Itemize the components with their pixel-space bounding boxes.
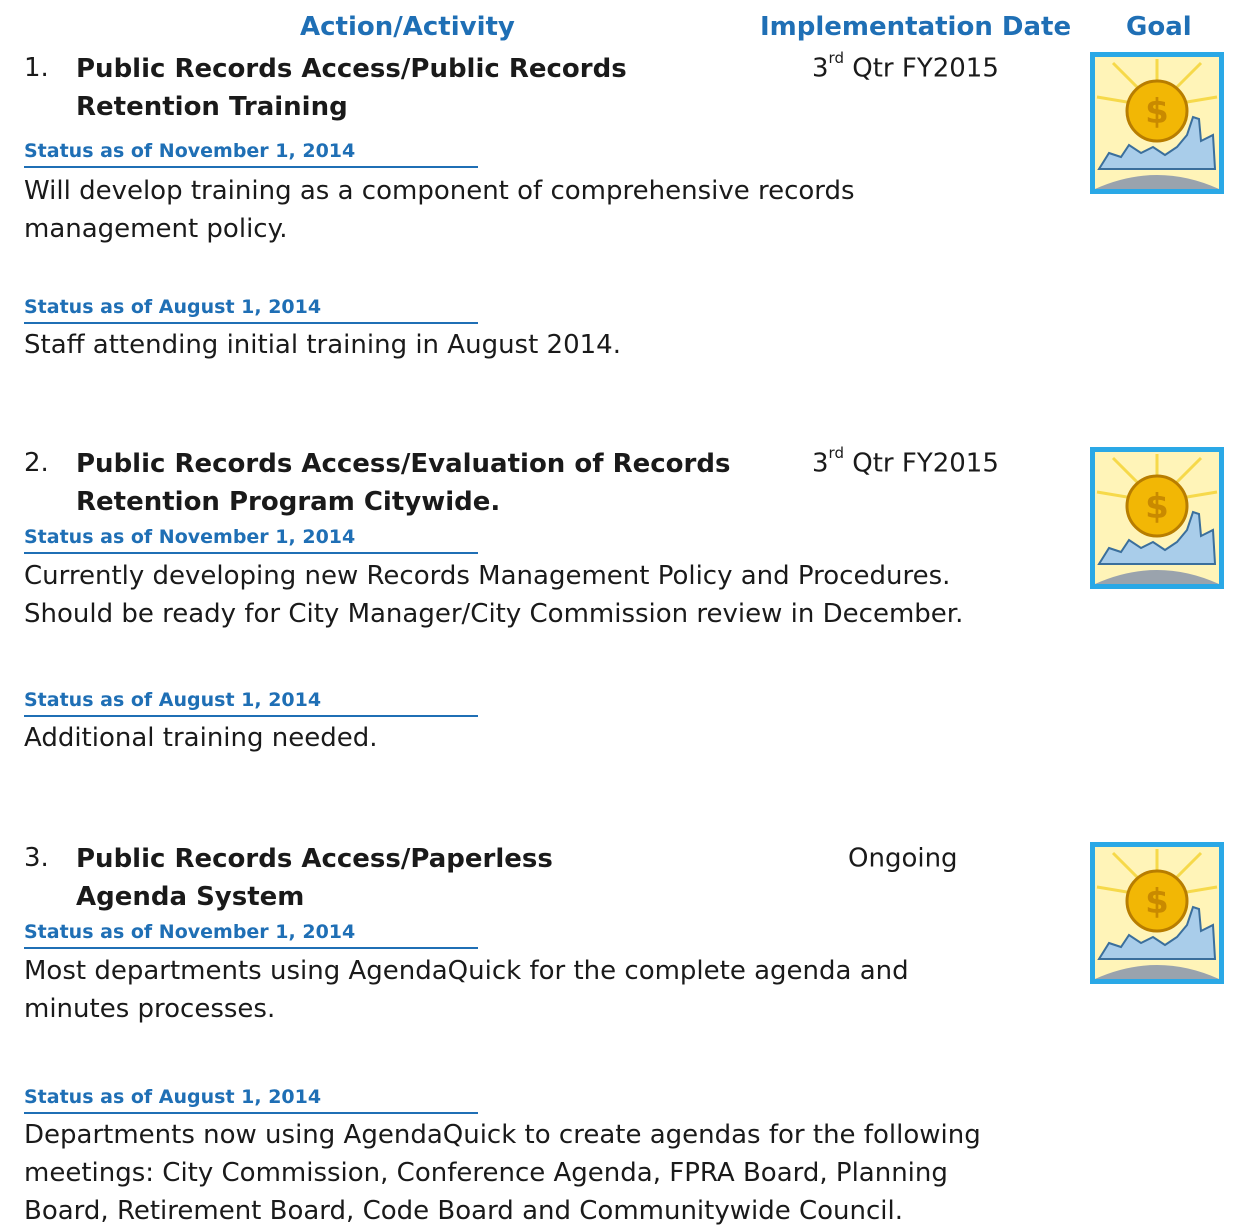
- date-suffix: Qtr FY2015: [843, 53, 999, 84]
- status-label: Status as of November 1, 2014: [24, 921, 478, 949]
- status-label: Status as of November 1, 2014: [24, 140, 478, 168]
- item-title: Public Records Access/Evaluation of Reco…: [76, 449, 731, 517]
- economic-development-icon: $: [1090, 52, 1224, 194]
- svg-text:$: $: [1145, 487, 1169, 527]
- status-text: Will develop training as a component of …: [24, 176, 855, 244]
- header-goal: Goal: [1126, 12, 1192, 42]
- status-text: Staff attending initial training in Augu…: [24, 330, 621, 360]
- svg-text:$: $: [1145, 92, 1169, 132]
- status-label: Status as of August 1, 2014: [24, 1086, 478, 1114]
- date-prefix: Ongoing: [848, 843, 958, 874]
- status-text: Departments now using AgendaQuick to cre…: [24, 1120, 981, 1226]
- status-text: Currently developing new Records Managem…: [24, 561, 964, 629]
- status-label: Status as of November 1, 2014: [24, 526, 478, 554]
- svg-text:$: $: [1145, 882, 1169, 922]
- status-text: Most departments using AgendaQuick for t…: [24, 956, 909, 1024]
- status-label: Status as of August 1, 2014: [24, 296, 478, 324]
- economic-development-icon: $: [1090, 842, 1224, 984]
- coin-city-icon: $: [1095, 452, 1219, 584]
- implementation-date: 3rd Qtr FY2015: [812, 49, 999, 84]
- date-ordinal: rd: [828, 444, 844, 462]
- status-text: Additional training needed.: [24, 723, 378, 753]
- implementation-date: 3rd Qtr FY2015: [812, 444, 999, 479]
- page: { "header": { "action": "Action/Activity…: [0, 0, 1241, 1228]
- item-title: Public Records Access/Paperless Agenda S…: [76, 844, 553, 912]
- coin-city-icon: $: [1095, 57, 1219, 189]
- item-number: 2.: [24, 448, 49, 478]
- coin-city-icon: $: [1095, 847, 1219, 979]
- date-ordinal: rd: [828, 49, 844, 67]
- item-number: 3.: [24, 843, 49, 873]
- date-suffix: Qtr FY2015: [843, 448, 999, 479]
- date-prefix: 3: [812, 448, 829, 479]
- economic-development-icon: $: [1090, 447, 1224, 589]
- implementation-date: Ongoing: [848, 843, 958, 874]
- date-prefix: 3: [812, 53, 829, 84]
- item-number: 1.: [24, 53, 49, 83]
- header-action-activity: Action/Activity: [300, 12, 515, 42]
- status-label: Status as of August 1, 2014: [24, 689, 478, 717]
- item-title: Public Records Access/Public Records Ret…: [76, 54, 627, 122]
- header-implementation-date: Implementation Date: [760, 12, 1072, 42]
